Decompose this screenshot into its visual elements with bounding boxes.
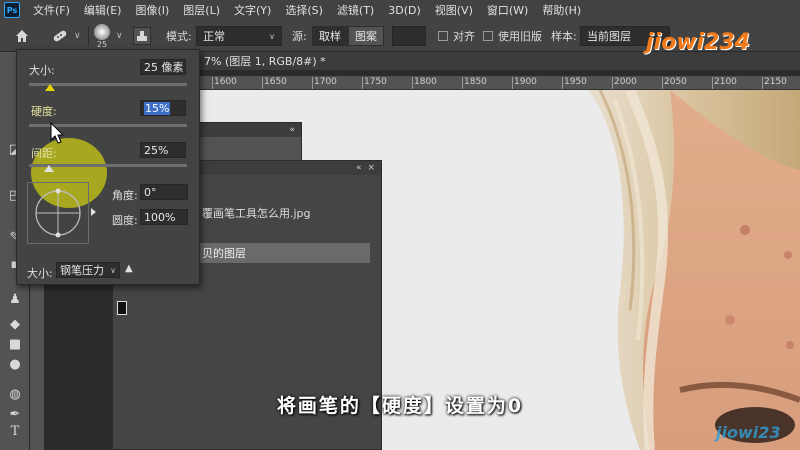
legacy-checkbox-wrap[interactable]: 使用旧版 [483,20,542,52]
mode-select-wrap: 正常 ∨ [196,20,282,52]
sampled-button[interactable]: 取样 [312,26,348,46]
aligned-checkbox-wrap[interactable]: 对齐 [438,20,475,52]
ruler-tick-label: 2050 [662,77,687,89]
close-icon[interactable]: × [367,163,375,173]
pen-pressure-select[interactable]: 钢笔压力 ∨ [56,262,120,278]
video-subtitle: 将画笔的【硬度】设置为0 [276,395,524,417]
sample-select-value: 当前图层 [587,30,631,43]
app-logo[interactable]: Ps [4,2,20,18]
horizontal-ruler: 1600 1650 1700 1750 1800 1850 1900 1950 2000 2050… [200,76,800,90]
clone-source-icon[interactable] [133,20,151,52]
chevron-down-icon: ∨ [110,265,116,275]
mode-select[interactable]: 正常 ∨ [196,26,282,46]
ruler-tick-label: 1800 [412,77,437,89]
legacy-label: 使用旧版 [498,30,542,43]
hardness-field[interactable]: 15% [140,100,186,116]
brush-angle-icon [35,188,81,238]
menu-bar: Ps 文件(F) 编辑(E) 图像(I) 图层(L) 文字(Y) 选择(S) 滤… [0,0,800,20]
spacing-field[interactable]: 25% [140,142,186,158]
warning-icon: ▲ [125,263,133,274]
chevron-down-icon: ∨ [269,31,275,41]
menu-3d[interactable]: 3D(D) [381,4,428,17]
brush-size-readout: 25 [96,39,108,49]
ruler-tick-label: 1600 [212,77,237,89]
home-icon[interactable] [14,20,30,52]
size-label: 大小: [29,64,55,77]
blur-icon[interactable]: ● [7,357,23,373]
ruler-tick-label: 1650 [262,77,287,89]
aligned-label: 对齐 [453,30,475,43]
angle-label: 角度: [112,189,138,202]
aligned-checkbox[interactable] [438,31,448,41]
collapse-icon[interactable]: « [356,163,362,173]
menu-filter[interactable]: 滤镜(T) [330,2,381,18]
layer-name: 贝的图层 [202,247,246,260]
mode-label: 模式: [166,30,192,43]
ruler-tick-label: 1750 [362,77,387,89]
pen-size-label: 大小: [27,267,53,280]
chevron-down-icon[interactable]: ∨ [116,20,123,52]
brush-tip-preview[interactable] [27,182,89,244]
panel-header: « [199,123,301,137]
ruler-tick-label: 2000 [612,77,637,89]
mode-select-value: 正常 [203,30,225,43]
watermark-logo-top: jiowi234 [646,30,750,55]
cursor-arrow-icon [50,122,65,144]
roundness-label: 圆度: [112,214,138,227]
brush-preset-panel: 大小: 25 像素 硬度: 15% 间距: 25% 角度: 0° 圆度: 100… [16,49,200,285]
type-icon[interactable]: T [7,424,23,440]
spacing-slider-thumb[interactable] [44,165,54,172]
menu-type[interactable]: 文字(Y) [227,2,278,18]
spacing-label: 间距: [31,147,57,160]
menu-edit[interactable]: 编辑(E) [77,2,129,18]
menu-layer[interactable]: 图层(L) [176,2,227,18]
brush-tool-icon[interactable]: ∨ [50,20,81,52]
hardness-value-selected: 15% [144,101,171,115]
menu-select[interactable]: 选择(S) [278,2,330,18]
ruler-tick-label: 1700 [312,77,337,89]
pattern-swatch-wrap [392,20,426,52]
color-swatch[interactable] [117,301,127,315]
source-buttons: 取样 图案 [312,20,384,52]
menu-image[interactable]: 图像(I) [128,2,176,18]
source-label: 源: [292,30,307,43]
pen-pressure-value: 钢笔压力 [60,264,104,277]
sample-label: 样本: [551,30,577,43]
arrow-right-icon[interactable] [91,208,96,216]
ruler-tick-label: 1850 [462,77,487,89]
pattern-button[interactable]: 图案 [348,26,384,46]
watermark-logo-bottom: jiowi23 [716,423,781,442]
pattern-swatch[interactable] [392,26,426,46]
size-slider-thumb[interactable] [45,84,55,91]
menu-file[interactable]: 文件(F) [26,2,77,18]
brush-preset-picker[interactable]: 25 [94,20,110,52]
document-tab-label: 7% (图层 1, RGB/8#) * [204,55,326,68]
menu-view[interactable]: 视图(V) [428,2,480,18]
separator [88,26,89,46]
collapse-icon[interactable]: « [289,125,295,135]
gradient-icon[interactable]: ■ [7,337,23,353]
history-file-name[interactable]: 覆画笔工具怎么用.jpg [202,205,311,221]
ruler-tick-label: 2150 [762,77,787,89]
hardness-label: 硬度: [31,105,57,118]
ruler-tick-label: 1950 [562,77,587,89]
size-field[interactable]: 25 像素 [140,59,186,75]
ruler-tick-label: 2100 [712,77,737,89]
roundness-field[interactable]: 100% [140,209,188,225]
brush-preset-icon [94,23,110,40]
layer-row-selected[interactable]: 贝的图层 [200,243,370,263]
menu-help[interactable]: 帮助(H) [535,2,588,18]
angle-field[interactable]: 0° [140,184,188,200]
legacy-checkbox[interactable] [483,31,493,41]
menu-window[interactable]: 窗口(W) [480,2,535,18]
ruler-tick-label: 1900 [512,77,537,89]
eraser-icon[interactable]: ◆ [7,317,23,333]
clone-stamp-icon[interactable]: ♟ [7,292,23,308]
